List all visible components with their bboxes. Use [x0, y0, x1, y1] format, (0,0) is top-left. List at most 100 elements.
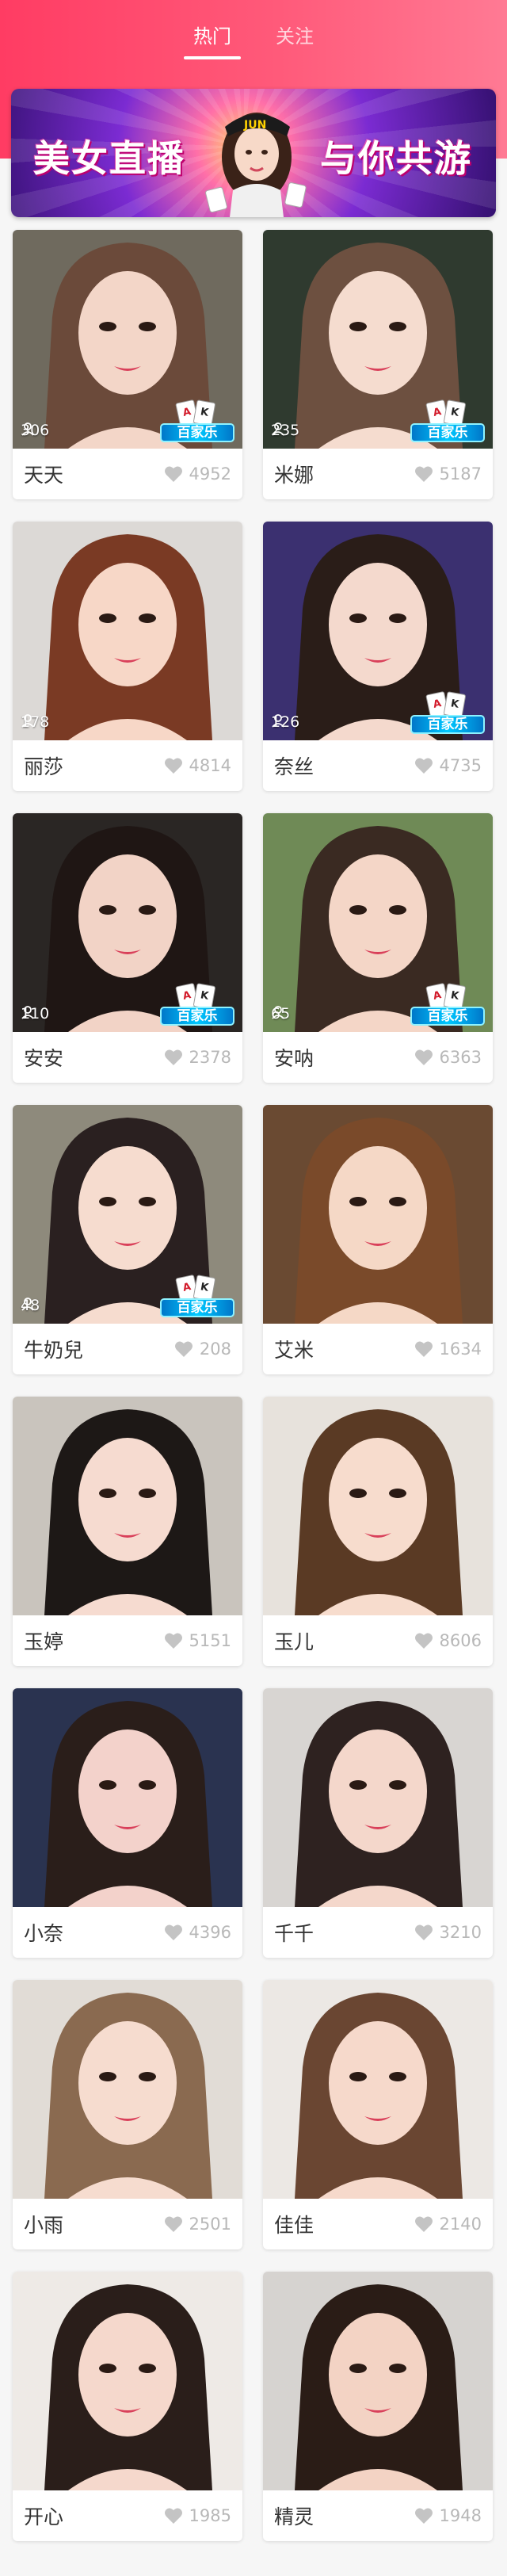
- portrait-right-eye: [389, 1780, 406, 1790]
- portrait-left-eye: [349, 1197, 367, 1206]
- streamer-card[interactable]: 艾米 1634: [263, 1105, 493, 1374]
- top-tabs: 热门 关注: [0, 0, 507, 79]
- baccarat-badge: A K 百家乐: [160, 981, 234, 1026]
- like-count-value: 4814: [189, 756, 231, 775]
- heart-icon: [164, 466, 182, 482]
- portrait-left-eye: [349, 2072, 367, 2081]
- streamer-card[interactable]: 小奈 4396: [13, 1688, 242, 1958]
- streamer-card[interactable]: 佳佳 2140: [263, 1980, 493, 2249]
- like-count[interactable]: 2501: [164, 2215, 231, 2234]
- like-count[interactable]: 1948: [414, 2506, 482, 2525]
- like-count-value: 208: [199, 1340, 231, 1359]
- streamer-card[interactable]: 精灵 1948: [263, 2272, 493, 2541]
- streamer-name: 米娜: [274, 464, 314, 487]
- person-icon: [21, 422, 34, 436]
- tab-hot[interactable]: 热门: [184, 21, 241, 59]
- heart-icon: [414, 1633, 433, 1649]
- portrait-right-eye: [389, 613, 406, 623]
- viewer-count: 110: [21, 1005, 49, 1022]
- streamer-portrait: [44, 2284, 212, 2490]
- banner-girl-illustration: JUN: [205, 113, 307, 217]
- like-count-value: 1985: [189, 2506, 231, 2525]
- card-info: 小奈 4396: [13, 1907, 242, 1958]
- streamer-name: 玉婷: [24, 1630, 64, 1653]
- tab-follow-label: 关注: [276, 25, 314, 48]
- card-info: 玉儿 8606: [263, 1615, 493, 1666]
- portrait-face: [329, 2313, 427, 2436]
- streamer-photo: 235 A K 百家乐: [263, 230, 493, 449]
- streamer-photo: 178: [13, 522, 242, 740]
- streamer-photo: 126 A K 百家乐: [263, 522, 493, 740]
- streamer-portrait: [295, 1993, 463, 2199]
- like-count[interactable]: 4952: [164, 464, 231, 483]
- like-count[interactable]: 2140: [414, 2215, 482, 2234]
- like-count[interactable]: 4396: [164, 1923, 231, 1942]
- streamer-portrait: [295, 1701, 463, 1907]
- streamer-card[interactable]: 玉婷 5151: [13, 1397, 242, 1666]
- like-count[interactable]: 4735: [414, 756, 482, 775]
- like-count[interactable]: 8606: [414, 1631, 482, 1650]
- streamer-name: 安呐: [274, 1047, 314, 1070]
- card-info: 丽莎 4814: [13, 740, 242, 791]
- tab-follow[interactable]: 关注: [276, 21, 314, 59]
- portrait-left-eye: [349, 322, 367, 331]
- like-count[interactable]: 3210: [414, 1923, 482, 1942]
- streamer-card[interactable]: 玉儿 8606: [263, 1397, 493, 1666]
- viewer-count: 48: [21, 1297, 40, 1314]
- person-icon: [21, 1298, 34, 1311]
- card-info: 安安 2378: [13, 1032, 242, 1083]
- portrait-left-eye: [99, 2072, 116, 2081]
- streamer-card[interactable]: 306 A K 百家乐 天天 4952: [13, 230, 242, 499]
- portrait-face: [78, 2021, 177, 2145]
- streamer-portrait: [44, 534, 212, 740]
- portrait-left-eye: [99, 1489, 116, 1498]
- streamer-card[interactable]: 235 A K 百家乐 米娜 5187: [263, 230, 493, 499]
- streamer-photo: 306 A K 百家乐: [13, 230, 242, 449]
- streamer-card[interactable]: 126 A K 百家乐 奈丝 4735: [263, 522, 493, 791]
- heart-icon: [164, 2508, 182, 2524]
- card-icon: K: [193, 983, 216, 1010]
- portrait-face: [329, 1146, 427, 1270]
- streamer-card[interactable]: 110 A K 百家乐 安安 2378: [13, 813, 242, 1083]
- portrait-right-eye: [139, 1780, 156, 1790]
- streamer-card[interactable]: 48 A K 百家乐 牛奶兒 208: [13, 1105, 242, 1374]
- streamer-card[interactable]: 178 丽莎 4814: [13, 522, 242, 791]
- portrait-left-eye: [99, 2364, 116, 2373]
- streamer-card[interactable]: 小雨 2501: [13, 1980, 242, 2249]
- like-count[interactable]: 1985: [164, 2506, 231, 2525]
- streamer-card[interactable]: 开心 1985: [13, 2272, 242, 2541]
- like-count-value: 1948: [439, 2506, 482, 2525]
- baccarat-badge-label: 百家乐: [410, 423, 485, 442]
- person-icon: [272, 422, 284, 436]
- heart-icon: [164, 1633, 182, 1649]
- like-count[interactable]: 5151: [164, 1631, 231, 1650]
- like-count-value: 4735: [439, 756, 482, 775]
- portrait-right-eye: [139, 2364, 156, 2373]
- promo-banner[interactable]: JUN 美女直播 与你共游: [11, 89, 496, 217]
- card-info: 牛奶兒 208: [13, 1324, 242, 1374]
- streamer-card[interactable]: 65 A K 百家乐 安呐 6363: [263, 813, 493, 1083]
- heart-icon: [414, 2508, 433, 2524]
- streamer-portrait: [44, 1701, 212, 1907]
- streamer-card[interactable]: 千千 3210: [263, 1688, 493, 1958]
- like-count[interactable]: 1634: [414, 1340, 482, 1359]
- like-count[interactable]: 5187: [414, 464, 482, 483]
- card-info: 奈丝 4735: [263, 740, 493, 791]
- like-count[interactable]: 2378: [164, 1048, 231, 1067]
- heart-icon: [414, 1049, 433, 1065]
- like-count[interactable]: 4814: [164, 756, 231, 775]
- like-count[interactable]: 6363: [414, 1048, 482, 1067]
- streamer-portrait: [44, 1993, 212, 2199]
- streamer-photo: [13, 1980, 242, 2199]
- viewer-count: 178: [21, 713, 49, 731]
- baccarat-badge-label: 百家乐: [160, 1298, 234, 1317]
- like-count-value: 4396: [189, 1923, 231, 1942]
- like-count[interactable]: 208: [174, 1340, 231, 1359]
- portrait-left-eye: [99, 1780, 116, 1790]
- streamer-photo: 110 A K 百家乐: [13, 813, 242, 1032]
- baccarat-badge-label: 百家乐: [160, 1007, 234, 1026]
- streamer-photo: [263, 2272, 493, 2490]
- like-count-value: 2140: [439, 2215, 482, 2234]
- portrait-face: [329, 1729, 427, 1853]
- portrait-right-eye: [389, 2072, 406, 2081]
